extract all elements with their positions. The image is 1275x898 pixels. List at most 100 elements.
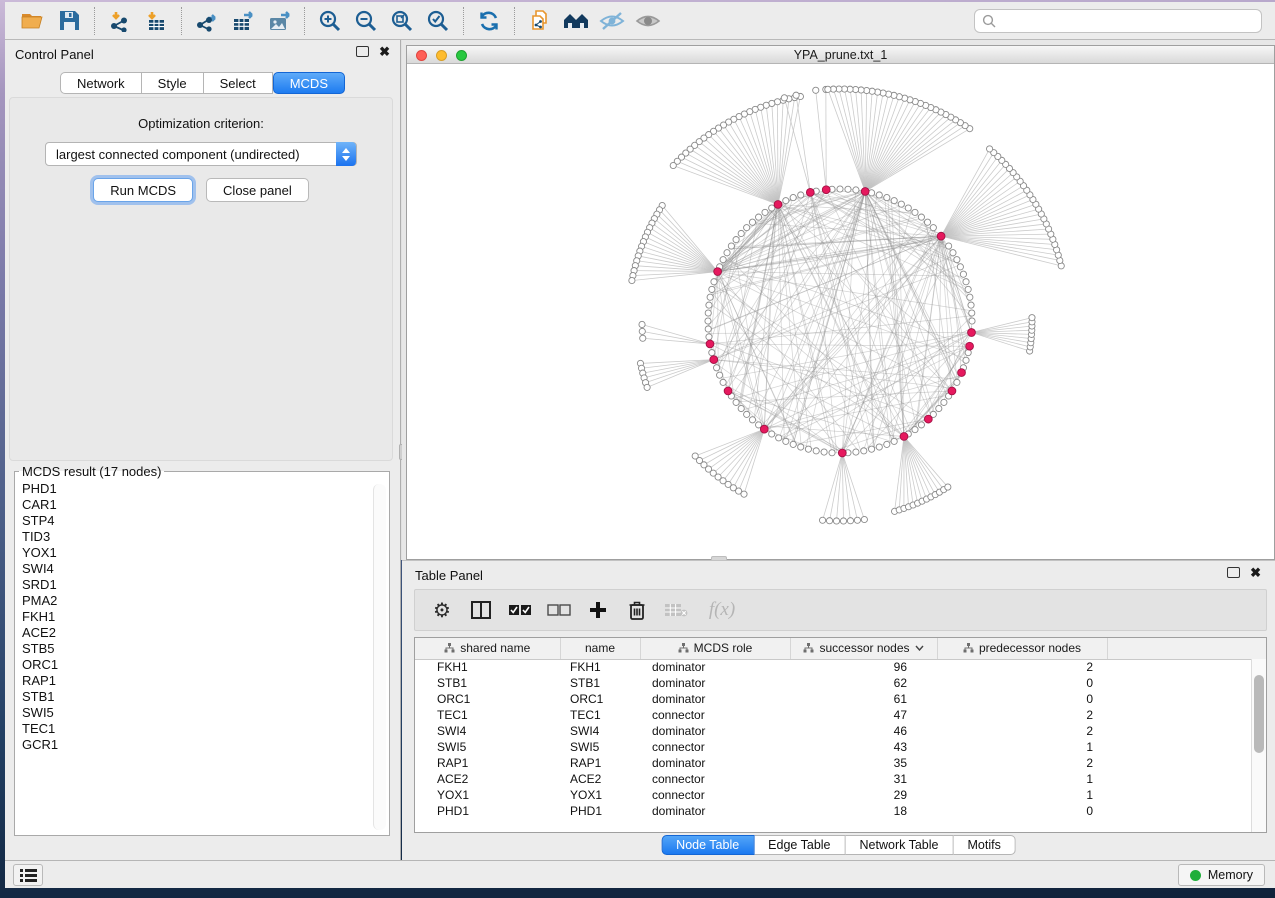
table-cell[interactable]: connector: [640, 771, 790, 787]
leaf-node[interactable]: [781, 95, 787, 101]
mcds-result-item[interactable]: FKH1: [22, 609, 389, 625]
ring-node[interactable]: [733, 236, 739, 242]
hub-node[interactable]: [900, 433, 908, 441]
table-cell[interactable]: 2: [937, 723, 1107, 739]
table-cell[interactable]: FKH1: [415, 659, 560, 675]
table-cell[interactable]: 1: [937, 739, 1107, 755]
leaf-node[interactable]: [861, 516, 867, 522]
ring-node[interactable]: [963, 279, 969, 285]
table-cell[interactable]: 43: [790, 739, 937, 755]
column-header-name[interactable]: name: [560, 638, 640, 659]
table-row[interactable]: TEC1TEC1connector472: [415, 707, 1266, 723]
ring-node[interactable]: [749, 219, 755, 225]
table-cell[interactable]: 18: [790, 803, 937, 819]
tab-select[interactable]: Select: [204, 72, 273, 94]
ring-node[interactable]: [744, 225, 750, 231]
table-cell[interactable]: dominator: [640, 691, 790, 707]
tab-network[interactable]: Network: [60, 72, 142, 94]
ring-node[interactable]: [749, 417, 755, 423]
mcds-result-item[interactable]: CAR1: [22, 497, 389, 513]
table-row[interactable]: ORC1ORC1dominator610: [415, 691, 1266, 707]
table-cell[interactable]: RAP1: [415, 755, 560, 771]
table-cell[interactable]: dominator: [640, 755, 790, 771]
network-canvas[interactable]: [407, 64, 1274, 559]
mcds-list-scrollbar[interactable]: [373, 484, 386, 830]
table-cell[interactable]: SWI5: [415, 739, 560, 755]
ring-node[interactable]: [738, 405, 744, 411]
ring-node[interactable]: [711, 279, 717, 285]
mcds-result-item[interactable]: PHD1: [22, 481, 389, 497]
mcds-result-item[interactable]: SWI4: [22, 561, 389, 577]
ring-node[interactable]: [829, 450, 835, 456]
mcds-result-item[interactable]: STP4: [22, 513, 389, 529]
leaf-node[interactable]: [670, 162, 676, 168]
leaf-node[interactable]: [640, 335, 646, 341]
table-cell[interactable]: dominator: [640, 723, 790, 739]
ring-node[interactable]: [733, 399, 739, 405]
table-cell[interactable]: YOX1: [560, 787, 640, 803]
hide-selected-button[interactable]: [594, 6, 630, 36]
hub-node[interactable]: [968, 329, 976, 337]
mcds-result-item[interactable]: GCR1: [22, 737, 389, 753]
hub-node[interactable]: [706, 340, 714, 348]
ring-node[interactable]: [755, 214, 761, 220]
tab-style[interactable]: Style: [142, 72, 204, 94]
ring-node[interactable]: [728, 243, 734, 249]
search-input[interactable]: [996, 11, 1261, 31]
close-panel-icon[interactable]: ✖: [379, 46, 390, 57]
ring-node[interactable]: [918, 214, 924, 220]
ring-node[interactable]: [706, 334, 712, 340]
hub-node[interactable]: [806, 188, 814, 196]
duplicate-network-button[interactable]: [522, 6, 558, 36]
table-cell[interactable]: 61: [790, 691, 937, 707]
leaf-node[interactable]: [819, 517, 825, 523]
leaf-node[interactable]: [813, 87, 819, 93]
table-cell[interactable]: 1: [937, 771, 1107, 787]
ring-node[interactable]: [969, 310, 975, 316]
memory-button[interactable]: Memory: [1178, 864, 1265, 886]
column-header-shared-name[interactable]: shared name: [415, 638, 560, 659]
ring-node[interactable]: [769, 205, 775, 211]
export-network-button[interactable]: [189, 6, 225, 36]
ring-node[interactable]: [720, 379, 726, 385]
leaf-node[interactable]: [793, 92, 799, 98]
ring-node[interactable]: [912, 209, 918, 215]
ring-node[interactable]: [954, 379, 960, 385]
float-panel-icon[interactable]: [356, 46, 369, 57]
network-graph[interactable]: [407, 64, 1274, 559]
ring-node[interactable]: [724, 250, 730, 256]
column-header-mcds-role[interactable]: MCDS role: [640, 638, 790, 659]
leaf-node[interactable]: [986, 146, 992, 152]
first-neighbors-button[interactable]: [558, 6, 594, 36]
mcds-result-item[interactable]: ACE2: [22, 625, 389, 641]
mcds-result-item[interactable]: ORC1: [22, 657, 389, 673]
zoom-in-button[interactable]: [312, 6, 348, 36]
ring-node[interactable]: [898, 201, 904, 207]
ring-node[interactable]: [798, 192, 804, 198]
table-cell[interactable]: 47: [790, 707, 937, 723]
table-cell[interactable]: 31: [790, 771, 937, 787]
table-cell[interactable]: STB1: [560, 675, 640, 691]
table-cell[interactable]: 2: [937, 707, 1107, 723]
ring-node[interactable]: [969, 318, 975, 324]
table-cell[interactable]: ACE2: [560, 771, 640, 787]
table-cell[interactable]: ORC1: [560, 691, 640, 707]
table-scrollbar[interactable]: [1251, 659, 1266, 832]
ring-node[interactable]: [861, 448, 867, 454]
zoom-out-button[interactable]: [348, 6, 384, 36]
table-row[interactable]: SWI5SWI5connector431: [415, 739, 1266, 755]
column-header-successor-nodes[interactable]: successor nodes: [790, 638, 937, 659]
table-cell[interactable]: 0: [937, 691, 1107, 707]
leaf-node[interactable]: [639, 321, 645, 327]
ring-node[interactable]: [706, 302, 712, 308]
table-cell[interactable]: ACE2: [415, 771, 560, 787]
leaf-node[interactable]: [1029, 315, 1035, 321]
table-row[interactable]: STB1STB1dominator620: [415, 675, 1266, 691]
import-network-button[interactable]: [102, 6, 138, 36]
table-cell[interactable]: ORC1: [415, 691, 560, 707]
leaf-node[interactable]: [639, 328, 645, 334]
ring-node[interactable]: [769, 431, 775, 437]
table-cell[interactable]: SWI4: [415, 723, 560, 739]
table-cell[interactable]: 29: [790, 787, 937, 803]
zoom-selected-button[interactable]: [420, 6, 456, 36]
